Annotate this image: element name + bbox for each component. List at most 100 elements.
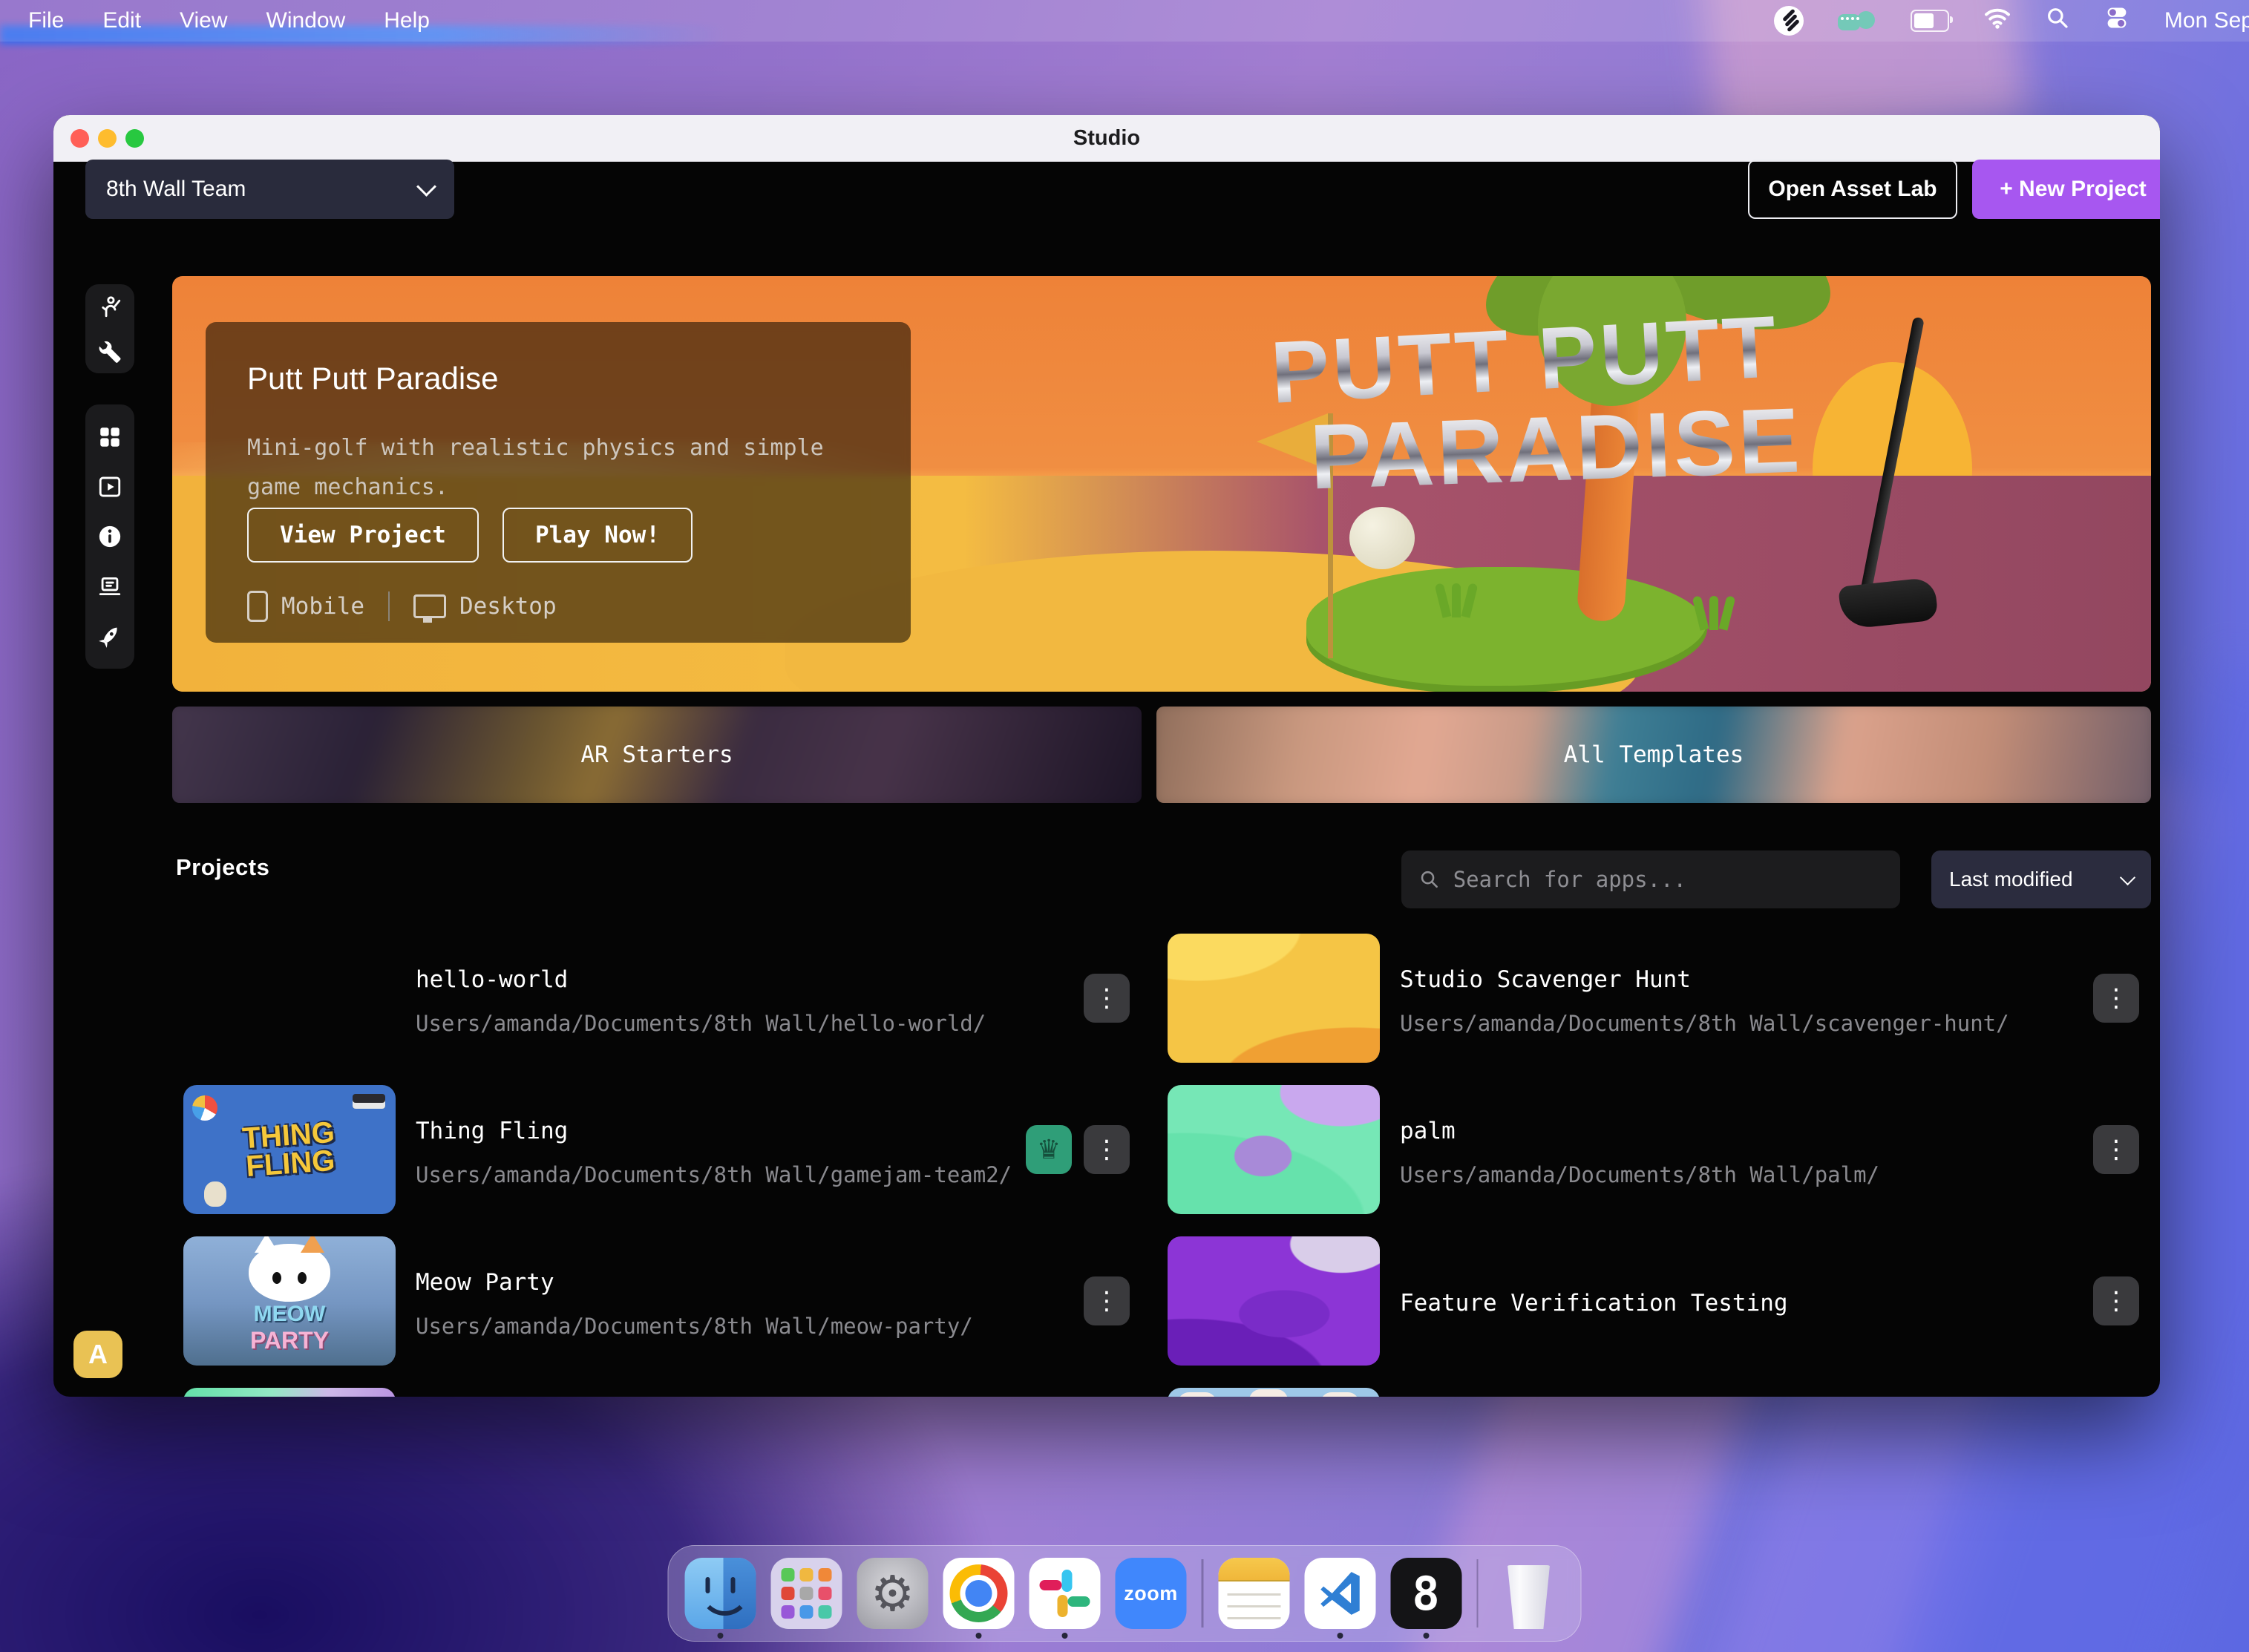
tools-icon[interactable] xyxy=(96,337,124,365)
8thwall-status-icon[interactable] xyxy=(1774,6,1804,36)
dock-separator xyxy=(1202,1559,1204,1628)
menu-edit[interactable]: Edit xyxy=(102,8,141,33)
slack-icon xyxy=(1029,1558,1101,1629)
project-row-scavenger-hunt[interactable]: Studio Scavenger Hunt Users/amanda/Docum… xyxy=(1156,934,2151,1063)
teal-app-status-icon[interactable] xyxy=(1838,8,1876,33)
thumbnail-title-text: THING FLING xyxy=(235,1118,344,1181)
dock-separator xyxy=(1476,1559,1479,1628)
dock-launchpad[interactable] xyxy=(771,1558,842,1629)
8thwall-icon: 8 xyxy=(1390,1558,1461,1629)
battery-icon[interactable] xyxy=(1911,10,1949,32)
projects-heading: Projects xyxy=(176,854,269,881)
launch-rocket-icon[interactable] xyxy=(96,622,124,650)
project-menu-button[interactable]: ⋮ xyxy=(1084,974,1130,1023)
user-avatar[interactable]: A xyxy=(73,1331,122,1378)
control-center-icon[interactable] xyxy=(2104,5,2130,36)
info-icon[interactable] xyxy=(96,522,124,551)
wifi-icon[interactable] xyxy=(1983,7,2011,35)
project-name: palm xyxy=(1400,1118,1456,1144)
project-name: Feature Verification Testing xyxy=(1400,1290,1788,1317)
dock-notes[interactable] xyxy=(1218,1558,1289,1629)
menu-bar: File Edit View Window Help Mon Sep xyxy=(0,0,2249,42)
project-row-feature-verification[interactable]: Feature Verification Testing ⋮ xyxy=(1156,1236,2151,1366)
window-title: Studio xyxy=(53,115,2160,161)
menu-window[interactable]: Window xyxy=(266,8,346,33)
hero-art-golf-ball xyxy=(1349,507,1415,569)
community-icon[interactable] xyxy=(96,292,124,321)
project-thumbnail xyxy=(1168,934,1380,1063)
project-thumbnail xyxy=(183,934,396,1063)
team-selector-dropdown[interactable]: 8th Wall Team xyxy=(85,160,454,219)
video-tutorials-icon[interactable] xyxy=(96,473,124,501)
project-menu-button[interactable]: ⋮ xyxy=(1084,1276,1130,1325)
dock-vscode[interactable] xyxy=(1304,1558,1375,1629)
open-asset-lab-button[interactable]: Open Asset Lab xyxy=(1748,160,1957,219)
project-thumbnail: THING FLING xyxy=(183,1085,396,1214)
dock-chrome[interactable] xyxy=(943,1558,1015,1629)
sort-label: Last modified xyxy=(1949,868,2073,891)
search-bar[interactable] xyxy=(1401,850,1900,908)
keyboard-doodle xyxy=(353,1094,385,1109)
launchpad-icon xyxy=(771,1558,842,1629)
project-thumbnail xyxy=(1168,1085,1380,1214)
project-row-partial[interactable] xyxy=(1156,1388,2151,1397)
new-project-button[interactable]: + New Project xyxy=(1972,160,2160,219)
search-icon xyxy=(1419,868,1440,891)
dock-system-settings[interactable]: ⚙ xyxy=(857,1558,929,1629)
apps-grid-icon[interactable] xyxy=(96,423,124,451)
hero-art-green xyxy=(1306,567,1707,692)
hero-description: Mini-golf with realistic physics and sim… xyxy=(247,429,871,507)
running-indicator xyxy=(1062,1633,1068,1639)
project-name: Meow Party xyxy=(416,1269,554,1296)
sidebar-rail-top xyxy=(85,284,134,373)
project-path: Users/amanda/Documents/8th Wall/meow-par… xyxy=(416,1314,973,1339)
search-input[interactable] xyxy=(1452,866,1882,893)
window-titlebar[interactable]: Studio xyxy=(53,115,2160,162)
ar-starters-banner[interactable]: AR Starters xyxy=(172,707,1142,803)
menu-help[interactable]: Help xyxy=(384,8,430,33)
all-templates-banner[interactable]: All Templates xyxy=(1156,707,2151,803)
crown-badge: ♛ xyxy=(1026,1125,1072,1174)
project-row-thing-fling[interactable]: THING FLING Thing Fling Users/amanda/Doc… xyxy=(172,1085,1142,1214)
hero-banner[interactable]: PUTT PUTT PARADISE Putt Putt Paradise Mi… xyxy=(172,276,2151,692)
dock-8thwall[interactable]: 8 xyxy=(1390,1558,1461,1629)
project-row-palm[interactable]: palm Users/amanda/Documents/8th Wall/pal… xyxy=(1156,1085,2151,1214)
cat-doodle xyxy=(249,1244,330,1302)
running-indicator xyxy=(718,1633,724,1639)
project-row-meow-party[interactable]: MEOW PARTY Meow Party Users/amanda/Docum… xyxy=(172,1236,1142,1366)
sidebar-rail-main xyxy=(85,404,134,669)
platform-desktop-label: Desktop xyxy=(459,593,557,620)
changelog-icon[interactable] xyxy=(96,572,124,600)
spotlight-search-icon[interactable] xyxy=(2046,6,2069,36)
dock: ⚙ zoom 8 xyxy=(668,1545,1582,1642)
project-thumbnail xyxy=(1168,1388,1380,1397)
project-menu-button[interactable]: ⋮ xyxy=(1084,1125,1130,1174)
vscode-icon xyxy=(1304,1558,1375,1629)
skull-doodle xyxy=(204,1181,226,1207)
hero-art-grass xyxy=(1438,583,1474,617)
menu-clock[interactable]: Mon Sep xyxy=(2164,8,2249,33)
menu-file[interactable]: File xyxy=(28,8,64,33)
play-now-button[interactable]: Play Now! xyxy=(502,508,693,563)
running-indicator xyxy=(1423,1633,1429,1639)
project-row-partial[interactable] xyxy=(172,1388,1142,1397)
dock-zoom[interactable]: zoom xyxy=(1116,1558,1187,1629)
view-project-button[interactable]: View Project xyxy=(247,508,479,563)
project-row-hello-world[interactable]: hello-world Users/amanda/Documents/8th W… xyxy=(172,934,1142,1063)
menu-view[interactable]: View xyxy=(180,8,227,33)
sort-dropdown[interactable]: Last modified xyxy=(1931,850,2151,908)
thumbnail-word-meow: MEOW xyxy=(254,1302,326,1327)
project-menu-button[interactable]: ⋮ xyxy=(2093,1125,2139,1174)
desktop-icon xyxy=(413,594,446,618)
chevron-down-icon xyxy=(416,177,436,197)
ar-starters-label: AR Starters xyxy=(580,741,733,768)
dock-slack[interactable] xyxy=(1029,1558,1101,1629)
desktop: File Edit View Window Help Mon Sep Studi… xyxy=(0,0,2249,1652)
project-menu-button[interactable]: ⋮ xyxy=(2093,974,2139,1023)
dock-finder[interactable] xyxy=(685,1558,756,1629)
menu-items: File Edit View Window Help xyxy=(28,8,430,33)
hero-art-title-line2: PARADISE xyxy=(1309,388,1804,511)
dock-trash[interactable] xyxy=(1493,1558,1565,1629)
hero-platforms: Mobile Desktop xyxy=(247,591,557,622)
project-menu-button[interactable]: ⋮ xyxy=(2093,1276,2139,1325)
